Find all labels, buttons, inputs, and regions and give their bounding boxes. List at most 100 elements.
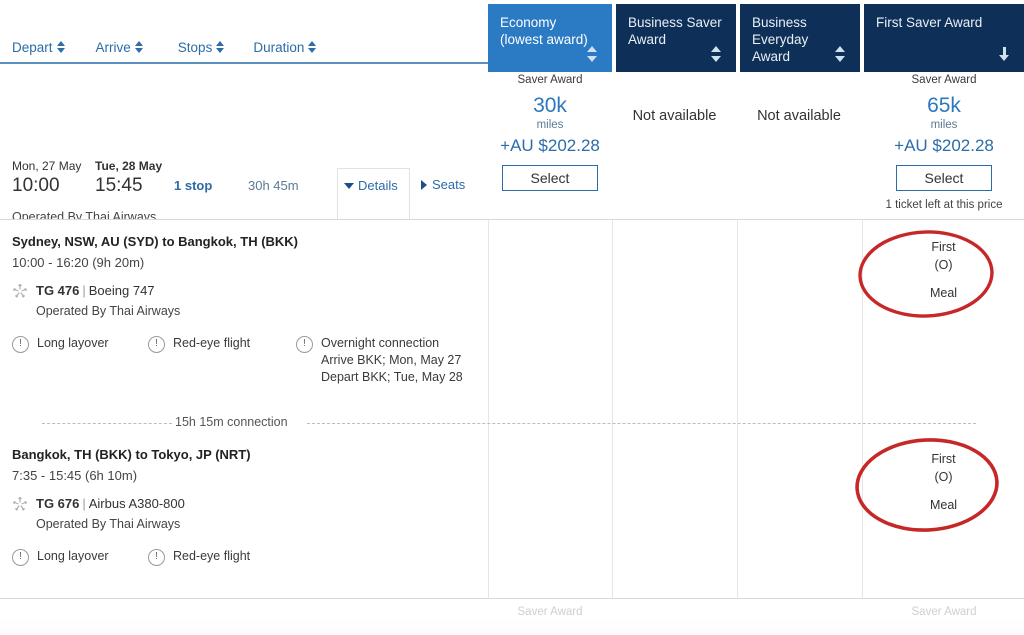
duration-value: 30h 45m bbox=[248, 178, 299, 193]
segment-flight-row: TG 476 | Boeing 747 bbox=[12, 282, 482, 300]
warning-red-eye: Red-eye flight bbox=[148, 335, 296, 386]
segment-warnings: Long layover Red-eye flight bbox=[12, 548, 482, 566]
segment-route: Bangkok, TH (BKK) to Tokyo, JP (NRT) bbox=[12, 447, 251, 462]
arrive-time: 15:45 bbox=[95, 175, 143, 196]
segment-separator: | bbox=[82, 283, 86, 298]
fare-class-tabs: Economy (lowest award) Business Saver Aw… bbox=[488, 0, 1024, 72]
seats-label: Seats bbox=[432, 177, 466, 192]
cabin-class: First bbox=[931, 240, 956, 254]
tab-first-saver-award[interactable]: First Saver Award bbox=[864, 4, 1024, 72]
segment-flight-info: TG 476 | Boeing 747 bbox=[36, 282, 155, 300]
column-divider bbox=[737, 220, 738, 598]
business-everyday-status: Not available bbox=[757, 108, 841, 124]
cabin-booking-code: (O) bbox=[934, 258, 953, 272]
stops-value[interactable]: 1 stop bbox=[174, 178, 212, 193]
warning-arrive-detail: Arrive BKK; Mon, May 27 bbox=[321, 353, 462, 367]
warning-depart-detail: Depart BKK; Tue, May 28 bbox=[321, 370, 463, 384]
chevron-down-icon bbox=[344, 182, 354, 189]
business-saver-status: Not available bbox=[632, 108, 717, 124]
depart-block: Mon, 27 May 10:00 bbox=[12, 158, 81, 198]
star-alliance-icon bbox=[12, 496, 28, 511]
segment-cabin-first-2: First (O) Meal bbox=[863, 450, 1024, 514]
economy-miles-unit: miles bbox=[536, 119, 564, 131]
tab-business-everyday-line1: Business bbox=[752, 15, 807, 30]
segment-flight-info: TG 676 | Airbus A380-800 bbox=[36, 495, 185, 513]
warning-label: Red-eye flight bbox=[173, 336, 251, 350]
tab-business-saver-award[interactable]: Business Saver Award bbox=[616, 4, 736, 72]
alert-circle-icon bbox=[148, 336, 165, 353]
business-saver-fare-cell: Not available bbox=[613, 94, 736, 124]
first-saver-fare-cell: 65k miles +AU $202.28 Select 1 ticket le… bbox=[864, 94, 1024, 211]
first-tickets-left: 1 ticket left at this price bbox=[885, 199, 1003, 211]
sort-arrive-label: Arrive bbox=[95, 39, 131, 55]
economy-fare-cell: 30k miles +AU $202.28 Select bbox=[488, 94, 612, 191]
fare-summary-row: Saver Award Saver Award 30k miles +AU $2… bbox=[0, 72, 1024, 290]
alert-circle-icon bbox=[148, 549, 165, 566]
depart-date: Mon, 27 May bbox=[12, 159, 82, 173]
sort-bar: Depart Arrive Stops Duration bbox=[0, 0, 488, 72]
arrive-block: Tue, 28 May 15:45 bbox=[95, 158, 162, 198]
warning-text-group: Overnight connection Arrive BKK; Mon, Ma… bbox=[321, 335, 463, 386]
cabin-meal: Meal bbox=[929, 286, 958, 300]
sort-controls: Depart Arrive Stops Duration bbox=[0, 36, 488, 58]
sort-updown-icon bbox=[134, 40, 144, 54]
sort-duration[interactable]: Duration bbox=[253, 40, 317, 55]
details-label: Details bbox=[358, 178, 398, 193]
warning-long-layover: Long layover bbox=[12, 548, 148, 566]
seats-toggle[interactable]: Seats bbox=[421, 177, 465, 192]
chevron-right-icon bbox=[421, 179, 427, 190]
connection-duration: 15h 15m connection bbox=[175, 415, 288, 429]
connection-divider: 15h 15m connection bbox=[12, 415, 976, 431]
details-toggle[interactable]: Details bbox=[344, 178, 398, 193]
first-select-button[interactable]: Select bbox=[895, 165, 993, 191]
segment-times: 7:35 - 15:45 (6h 10m) bbox=[12, 468, 138, 483]
sort-updown-icon bbox=[308, 40, 317, 54]
itinerary-details-panel: Sydney, NSW, AU (SYD) to Bangkok, TH (BK… bbox=[0, 219, 1024, 599]
alert-circle-icon bbox=[12, 336, 29, 353]
next-first-saver-label: Saver Award bbox=[911, 606, 977, 618]
segment-cabin-first-1: First (O) Meal bbox=[863, 238, 1024, 302]
tab-business-everyday-line2: Everyday Award bbox=[752, 32, 809, 64]
tab-business-everyday-award[interactable]: Business Everyday Award bbox=[740, 4, 860, 72]
warning-label: Long layover bbox=[37, 336, 109, 350]
segment-flight-row: TG 676 | Airbus A380-800 bbox=[12, 495, 482, 513]
segment-flight-number: TG 476 bbox=[36, 283, 80, 298]
sort-down-icon[interactable] bbox=[999, 46, 1010, 62]
divider-line bbox=[42, 423, 172, 424]
tab-economy-line2: (lowest award) bbox=[500, 32, 588, 47]
results-header: Depart Arrive Stops Duration Economy (lo… bbox=[0, 0, 1024, 72]
first-saver-label: Saver Award bbox=[911, 74, 977, 86]
segment-separator: | bbox=[82, 496, 86, 511]
economy-select-button[interactable]: Select bbox=[501, 165, 599, 191]
tab-economy[interactable]: Economy (lowest award) bbox=[488, 4, 612, 72]
sort-arrive[interactable]: Arrive bbox=[96, 40, 144, 55]
business-everyday-fare-cell: Not available bbox=[737, 94, 861, 124]
sort-updown-icon[interactable] bbox=[587, 46, 598, 62]
column-divider bbox=[488, 220, 489, 598]
sort-updown-icon[interactable] bbox=[835, 46, 846, 62]
column-divider bbox=[612, 220, 613, 598]
tab-first-saver-line1: First Saver Award bbox=[876, 15, 983, 30]
tab-business-saver-line1: Business Saver bbox=[628, 15, 722, 30]
warning-label: Long layover bbox=[37, 549, 109, 563]
sort-updown-icon bbox=[216, 40, 225, 54]
flight-segment: Bangkok, TH (BKK) to Tokyo, JP (NRT) 7:3… bbox=[12, 445, 482, 566]
next-economy-saver-label: Saver Award bbox=[517, 606, 583, 618]
segment-flight-number: TG 676 bbox=[36, 496, 80, 511]
sort-stops-label: Stops bbox=[177, 39, 213, 55]
bottom-fade-overlay bbox=[0, 618, 1024, 635]
cabin-booking-code: (O) bbox=[934, 470, 953, 484]
sort-updown-icon[interactable] bbox=[711, 46, 722, 62]
cabin-meal: Meal bbox=[929, 498, 958, 512]
sort-bar-underline bbox=[0, 62, 488, 64]
sort-stops[interactable]: Stops bbox=[178, 40, 226, 55]
economy-saver-label: Saver Award bbox=[517, 74, 583, 86]
warning-label: Overnight connection bbox=[321, 336, 440, 350]
alert-circle-icon bbox=[12, 549, 29, 566]
star-alliance-icon bbox=[12, 283, 28, 298]
sort-updown-icon bbox=[56, 40, 66, 54]
tab-economy-line1: Economy bbox=[500, 15, 557, 30]
sort-depart[interactable]: Depart bbox=[12, 40, 66, 55]
flight-award-results: Depart Arrive Stops Duration Economy (lo… bbox=[0, 0, 1024, 635]
warning-overnight-connection: Overnight connection Arrive BKK; Mon, Ma… bbox=[296, 335, 463, 386]
